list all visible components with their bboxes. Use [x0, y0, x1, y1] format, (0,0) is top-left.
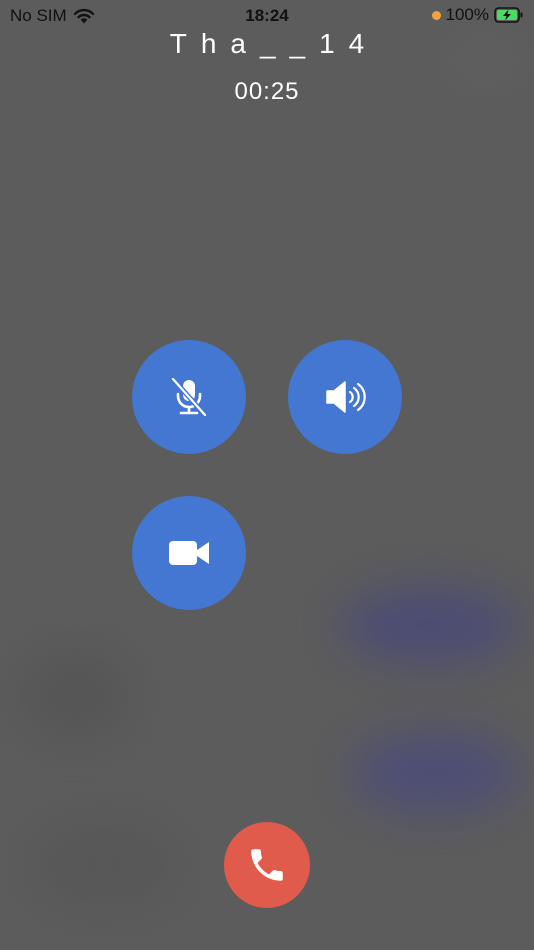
- background-blur: [30, 820, 180, 910]
- mute-button[interactable]: [132, 340, 246, 454]
- background-blur: [340, 585, 520, 665]
- background-blur: [350, 730, 520, 815]
- background-blur: [20, 650, 130, 740]
- video-camera-icon: [169, 541, 209, 565]
- microphone-off-icon: [170, 376, 208, 418]
- phone-hangup-icon: [251, 849, 283, 881]
- speaker-icon: [326, 381, 366, 413]
- battery-charging-icon: [494, 7, 523, 23]
- status-bar: No SIM 18:24 100%: [0, 0, 534, 30]
- caller-name: Tha__14: [169, 28, 379, 59]
- status-right: 100%: [431, 5, 524, 25]
- end-call-button[interactable]: [224, 822, 310, 908]
- battery-percentage: 100%: [445, 5, 489, 24]
- recording-indicator-dot: [431, 10, 441, 20]
- call-duration: 00:25: [234, 78, 300, 105]
- video-button[interactable]: [132, 496, 246, 610]
- speaker-button[interactable]: [288, 340, 402, 454]
